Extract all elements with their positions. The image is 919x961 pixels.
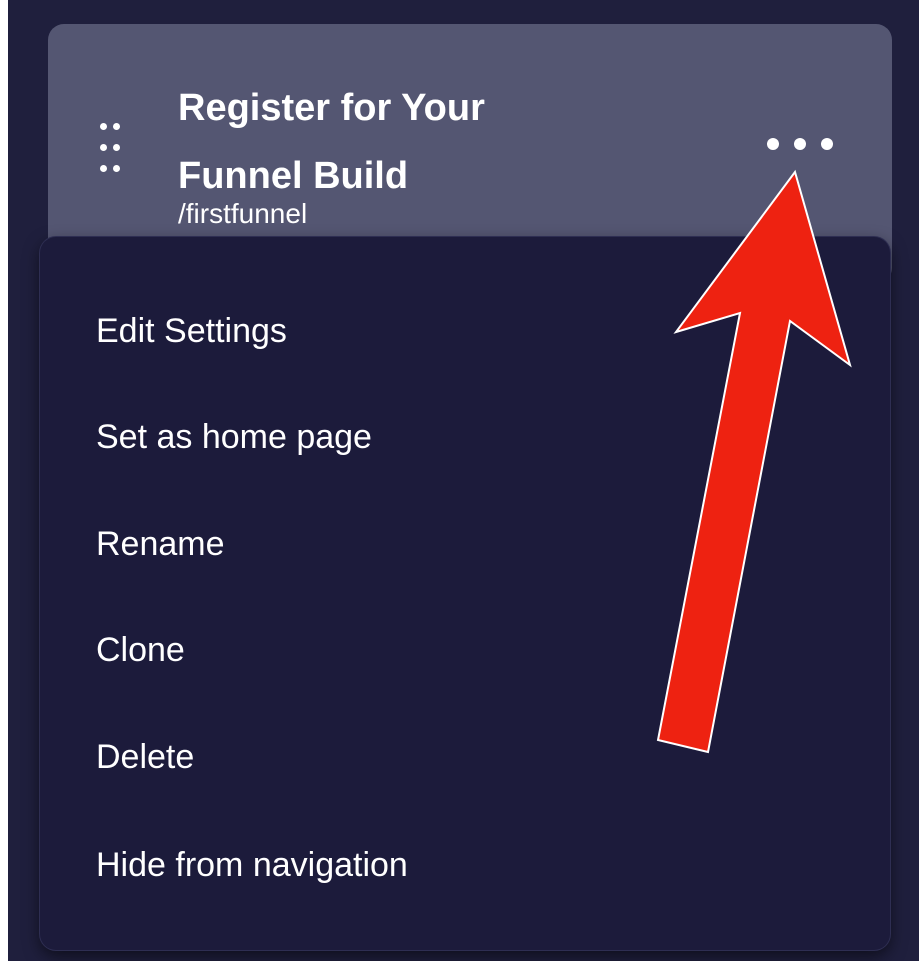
menu-item-clone[interactable]: Clone [96,620,796,680]
page-title-line-1: Register for Your [178,87,485,129]
more-horizontal-icon [767,138,779,150]
page-slug: /firstfunnel [178,198,308,229]
more-horizontal-icon-dot [794,138,806,150]
more-options-button[interactable] [755,128,845,162]
menu-item-set-as-home-page[interactable]: Set as home page [96,407,796,467]
menu-item-hide-from-navigation[interactable]: Hide from navigation [96,835,796,895]
page-title: Register for Your Funnel Build [178,74,598,210]
page-options-menu: Edit Settings Set as home page Rename Cl… [40,237,890,950]
menu-item-rename[interactable]: Rename [96,514,796,574]
menu-item-edit-settings[interactable]: Edit Settings [96,301,796,361]
drag-handle-icon[interactable] [100,123,122,179]
menu-item-delete[interactable]: Delete [96,727,796,787]
more-horizontal-icon-dot [821,138,833,150]
